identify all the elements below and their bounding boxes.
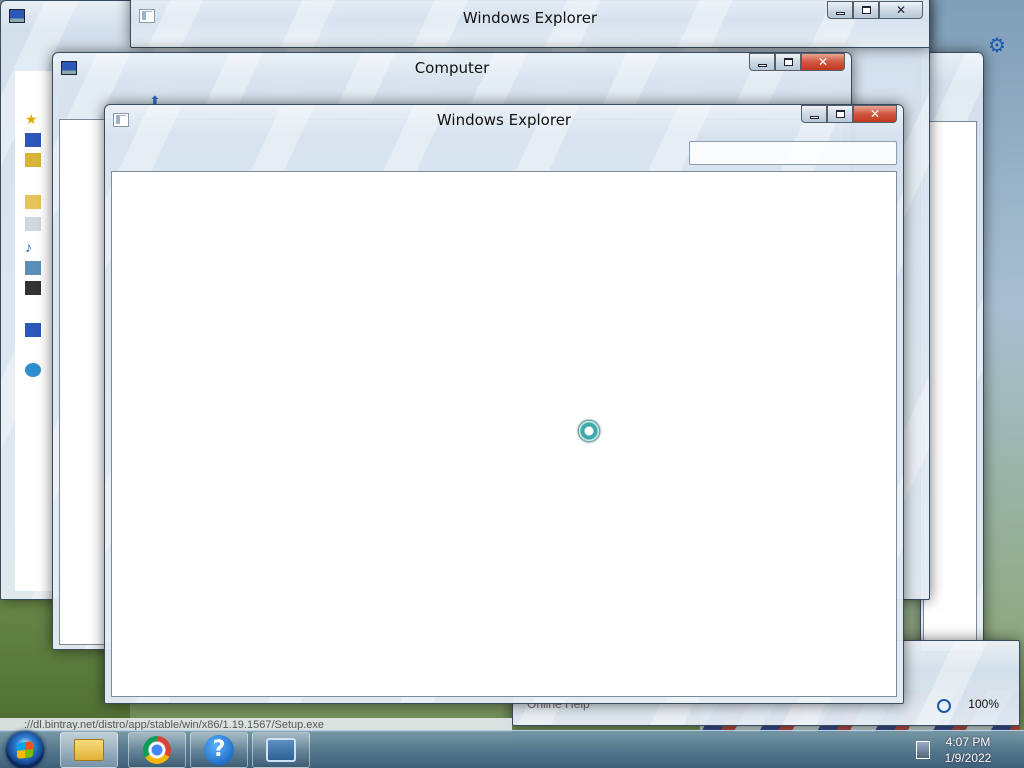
window-title: Windows Explorer (462, 9, 598, 27)
minimize-button[interactable] (749, 53, 775, 71)
favorites-star-icon[interactable]: ★ (25, 111, 41, 127)
search-input[interactable] (689, 141, 897, 165)
clock-time: 4:07 PM (945, 735, 991, 749)
computer-icon (9, 9, 25, 23)
start-button[interactable] (6, 731, 44, 768)
maximize-button[interactable] (853, 1, 879, 19)
downloads-icon[interactable] (25, 153, 41, 167)
network-tray-icon[interactable] (916, 741, 930, 759)
network-icon[interactable] (25, 363, 41, 377)
window-content (111, 171, 897, 697)
computer-nav-icon[interactable] (25, 323, 41, 337)
remote-desktop-icon (266, 738, 296, 762)
videos-icon[interactable] (25, 281, 41, 295)
background-explorer-titlebar[interactable]: Windows Explorer ✕ (130, 0, 930, 48)
window-title: Windows Explorer (436, 111, 572, 129)
desktop-icon[interactable] (25, 133, 41, 147)
pictures-icon[interactable] (25, 261, 41, 275)
taskbar-help-button[interactable]: ? (190, 732, 248, 768)
window-title: Computer (414, 59, 490, 77)
libraries-icon[interactable] (25, 195, 41, 209)
taskbar-remote-desktop-button[interactable] (252, 732, 310, 768)
clock-date: 1/9/2022 (944, 751, 992, 765)
minimize-button[interactable] (827, 1, 853, 19)
documents-icon[interactable] (25, 217, 41, 231)
gear-icon[interactable]: ⚙ (988, 36, 1008, 56)
zoom-icon[interactable] (937, 699, 951, 713)
close-button[interactable]: ✕ (801, 53, 845, 71)
taskbar-explorer-button[interactable] (60, 732, 118, 768)
zoom-level[interactable]: 100% (968, 697, 999, 711)
maximize-button[interactable] (827, 105, 853, 123)
minimize-button[interactable] (801, 105, 827, 123)
chrome-icon (143, 736, 171, 764)
close-button[interactable]: ✕ (853, 105, 897, 123)
folder-icon (74, 739, 104, 761)
busy-cursor-icon (578, 420, 600, 442)
help-icon: ? (204, 735, 234, 765)
windows-logo-icon (17, 741, 33, 759)
close-button[interactable]: ✕ (879, 1, 923, 19)
window-content (923, 121, 977, 641)
music-icon[interactable]: ♪ (25, 239, 41, 255)
maximize-button[interactable] (775, 53, 801, 71)
system-clock[interactable]: 4:07 PM 1/9/2022 (932, 734, 1004, 766)
explorer-window[interactable]: Windows Explorer ✕ (104, 104, 904, 704)
taskbar: ? 4:07 PM 1/9/2022 (0, 730, 1024, 768)
taskbar-chrome-button[interactable] (128, 732, 186, 768)
